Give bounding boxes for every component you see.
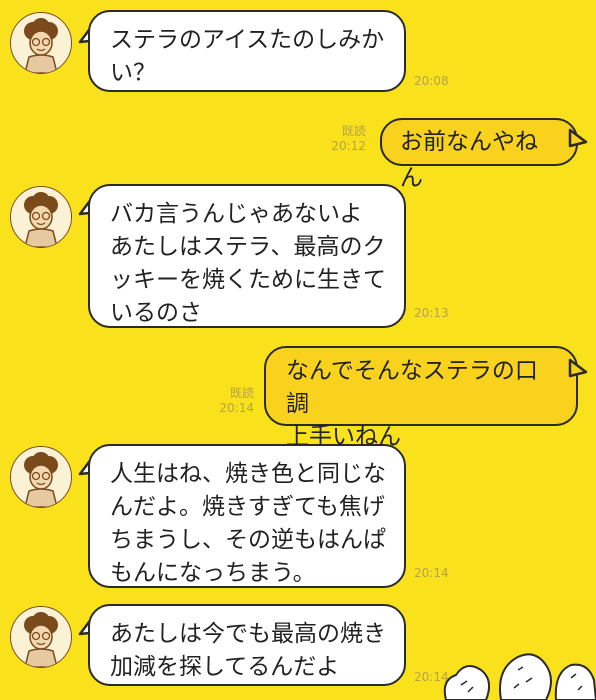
avatar[interactable] (10, 186, 72, 248)
avatar[interactable] (10, 446, 72, 508)
read-receipt: 既読 (341, 124, 366, 138)
cookie-sticker-icon (443, 653, 596, 700)
grandma-avatar-icon (11, 187, 71, 247)
message-bubble-incoming[interactable]: あたしは今でも最高の焼き 加減を探してるんだよ (88, 604, 406, 686)
message-time: 20:13 (414, 306, 449, 320)
message-bubble-incoming[interactable]: ステラのアイスたのしみか い？ (88, 10, 406, 92)
message-meta: 既読 20:12 (326, 124, 366, 154)
avatar[interactable] (10, 12, 72, 74)
message-meta: 20:13 (414, 306, 456, 321)
message-time: 20:08 (414, 74, 449, 88)
message-meta: 20:08 (414, 74, 456, 89)
message-time: 20:12 (331, 139, 366, 153)
read-receipt: 既読 (229, 386, 254, 400)
message-meta: 既読 20:14 (214, 386, 254, 416)
message-bubble-incoming[interactable]: 人生はね、焼き色と同じな んだよ。焼きすぎても焦げ ちまうし、その逆もはんぱ も… (88, 444, 406, 588)
message-bubble-incoming[interactable]: バカ言うんじゃあないよ あたしはステラ、最高のク ッキーを焼くために生きて いる… (88, 184, 406, 328)
message-bubble-outgoing[interactable]: なんでそんなステラの口調 上手いねん (264, 346, 578, 450)
message-bubble-outgoing[interactable]: お前なんやねん (380, 118, 578, 191)
chat-thread: ステラのアイスたのしみか い？ 20:08 既読 20:12 お前なんやねん バ… (0, 0, 596, 700)
grandma-avatar-icon (11, 607, 71, 667)
grandma-avatar-icon (11, 447, 71, 507)
message-meta: 20:14 (414, 566, 456, 581)
avatar[interactable] (10, 606, 72, 668)
bubble-tail (568, 358, 588, 378)
message-time: 20:14 (414, 566, 449, 580)
bubble-tail (568, 128, 588, 148)
message-time: 20:14 (219, 401, 254, 415)
grandma-avatar-icon (11, 13, 71, 73)
